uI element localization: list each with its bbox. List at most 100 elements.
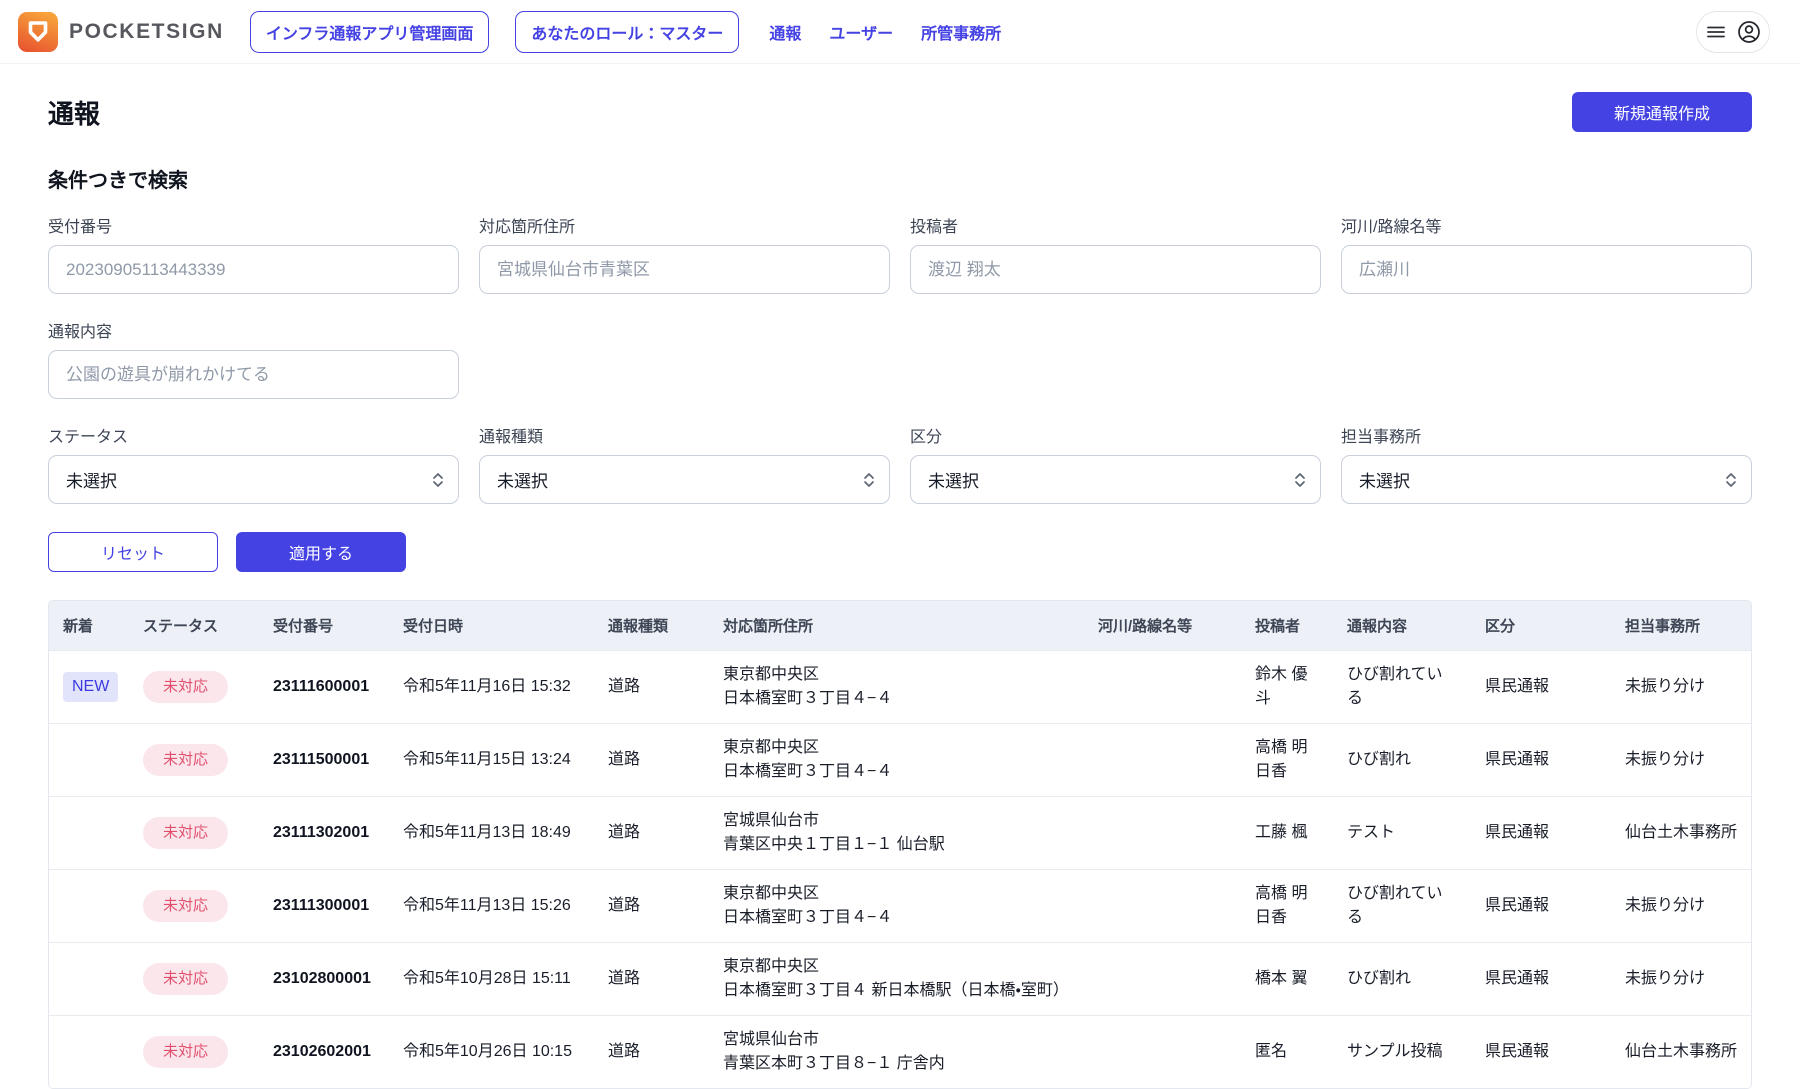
- nav-item-offices[interactable]: 所管事務所: [921, 20, 1001, 44]
- table-row[interactable]: 未対応 23111300001 令和5年11月13日 15:26 道路 東京都中…: [49, 870, 1751, 943]
- table-row[interactable]: 未対応 23102602001 令和5年10月26日 10:15 道路 宮城県仙…: [49, 1016, 1751, 1089]
- cell-content: サンプル投稿: [1333, 1016, 1471, 1089]
- cell-address: 東京都中央区 日本橋室町３丁目４−４: [709, 870, 1084, 943]
- app-title-badge: インフラ通報アプリ管理画面: [250, 11, 490, 53]
- cell-category: 県民通報: [1471, 1016, 1611, 1089]
- cell-content: ひび割れ: [1333, 943, 1471, 1016]
- cell-status: 未対応: [129, 724, 259, 797]
- river-input[interactable]: [1341, 245, 1752, 294]
- field-receipt-no-label: 受付番号: [48, 213, 459, 237]
- table-row[interactable]: NEW 未対応 23111600001 令和5年11月16日 15:32 道路 …: [49, 651, 1751, 724]
- col-category: 区分: [1471, 601, 1611, 651]
- cell-category: 県民通報: [1471, 943, 1611, 1016]
- col-type: 通報種類: [594, 601, 709, 651]
- reports-table: 新着 ステータス 受付番号 受付日時 通報種類 対応箇所住所 河川/路線名等 投…: [48, 600, 1752, 1089]
- cell-river: [1084, 943, 1241, 1016]
- user-avatar-icon: [1736, 19, 1762, 45]
- apply-button[interactable]: 適用する: [236, 532, 406, 572]
- office-select-value: 未選択: [1359, 467, 1410, 492]
- col-office: 担当事務所: [1611, 601, 1751, 651]
- brand-logo[interactable]: POCKETSIGN: [18, 12, 224, 52]
- main-content: 通報 新規通報作成 条件つきで検索 受付番号 対応箇所住所 投稿者 河川/路線名…: [0, 92, 1800, 1089]
- cell-river: [1084, 1016, 1241, 1089]
- cell-address: 宮城県仙台市 青葉区中央１丁目１−１ 仙台駅: [709, 797, 1084, 870]
- cell-poster: 高橋 明日香: [1241, 724, 1333, 797]
- cell-receipt-no: 23111600001: [259, 651, 389, 724]
- status-badge: 未対応: [143, 890, 228, 922]
- table-row[interactable]: 未対応 23111302001 令和5年11月13日 18:49 道路 宮城県仙…: [49, 797, 1751, 870]
- cell-new: NEW: [49, 651, 129, 724]
- cell-receipt-no: 23111300001: [259, 870, 389, 943]
- cell-poster: 橋本 翼: [1241, 943, 1333, 1016]
- office-select[interactable]: 未選択: [1341, 455, 1752, 504]
- cell-office: 仙台土木事務所: [1611, 797, 1751, 870]
- chevron-updown-icon: [431, 470, 445, 490]
- cell-content: ひび割れている: [1333, 870, 1471, 943]
- cell-content: ひび割れている: [1333, 651, 1471, 724]
- cell-new: [49, 797, 129, 870]
- chevron-updown-icon: [862, 470, 876, 490]
- category-select[interactable]: 未選択: [910, 455, 1321, 504]
- cell-datetime: 令和5年11月13日 15:26: [389, 870, 594, 943]
- cell-status: 未対応: [129, 1016, 259, 1089]
- cell-datetime: 令和5年11月16日 15:32: [389, 651, 594, 724]
- nav-item-reports[interactable]: 通報: [769, 20, 801, 44]
- cell-poster: 匿名: [1241, 1016, 1333, 1089]
- search-filter-form: 受付番号 対応箇所住所 投稿者 河川/路線名等 通報内容 ステータス 未選択: [48, 213, 1752, 504]
- cell-datetime: 令和5年11月15日 13:24: [389, 724, 594, 797]
- cell-status: 未対応: [129, 797, 259, 870]
- table-row[interactable]: 未対応 23102800001 令和5年10月28日 15:11 道路 東京都中…: [49, 943, 1751, 1016]
- status-select[interactable]: 未選択: [48, 455, 459, 504]
- cell-new: [49, 870, 129, 943]
- field-category: 区分 未選択: [910, 423, 1321, 504]
- content-input[interactable]: [48, 350, 459, 399]
- status-badge: 未対応: [143, 671, 228, 703]
- col-content: 通報内容: [1333, 601, 1471, 651]
- account-menu-button[interactable]: [1696, 11, 1770, 53]
- cell-datetime: 令和5年10月28日 15:11: [389, 943, 594, 1016]
- receipt-no-input[interactable]: [48, 245, 459, 294]
- cell-category: 県民通報: [1471, 797, 1611, 870]
- cell-river: [1084, 651, 1241, 724]
- cell-datetime: 令和5年10月26日 10:15: [389, 1016, 594, 1089]
- cell-type: 道路: [594, 651, 709, 724]
- field-receipt-no: 受付番号: [48, 213, 459, 294]
- field-river: 河川/路線名等: [1341, 213, 1752, 294]
- chevron-updown-icon: [1724, 470, 1738, 490]
- col-status: ステータス: [129, 601, 259, 651]
- cell-category: 県民通報: [1471, 651, 1611, 724]
- chevron-updown-icon: [1293, 470, 1307, 490]
- nav-item-users[interactable]: ユーザー: [829, 20, 893, 44]
- cell-poster: 工藤 楓: [1241, 797, 1333, 870]
- create-report-button[interactable]: 新規通報作成: [1572, 92, 1752, 132]
- cell-office: 未振り分け: [1611, 870, 1751, 943]
- report-type-select-value: 未選択: [497, 467, 548, 492]
- cell-receipt-no: 23102602001: [259, 1016, 389, 1089]
- cell-river: [1084, 870, 1241, 943]
- field-river-label: 河川/路線名等: [1341, 213, 1752, 237]
- hamburger-icon: [1704, 20, 1728, 44]
- col-new: 新着: [49, 601, 129, 651]
- field-office-label: 担当事務所: [1341, 423, 1752, 447]
- report-type-select[interactable]: 未選択: [479, 455, 890, 504]
- field-office: 担当事務所 未選択: [1341, 423, 1752, 504]
- role-badge: あなたのロール：マスター: [515, 11, 739, 53]
- address-input[interactable]: [479, 245, 890, 294]
- new-badge: NEW: [63, 672, 118, 701]
- field-address-label: 対応箇所住所: [479, 213, 890, 237]
- table-row[interactable]: 未対応 23111500001 令和5年11月15日 13:24 道路 東京都中…: [49, 724, 1751, 797]
- cell-type: 道路: [594, 1016, 709, 1089]
- cell-receipt-no: 23111500001: [259, 724, 389, 797]
- cell-type: 道路: [594, 724, 709, 797]
- reset-button[interactable]: リセット: [48, 532, 218, 572]
- field-content: 通報内容: [48, 318, 459, 399]
- cell-datetime: 令和5年11月13日 18:49: [389, 797, 594, 870]
- cell-river: [1084, 724, 1241, 797]
- pocketsign-logo-icon: [18, 12, 58, 52]
- cell-address: 東京都中央区 日本橋室町３丁目４−４: [709, 651, 1084, 724]
- field-status-label: ステータス: [48, 423, 459, 447]
- cell-content: ひび割れ: [1333, 724, 1471, 797]
- field-category-label: 区分: [910, 423, 1321, 447]
- poster-input[interactable]: [910, 245, 1321, 294]
- cell-status: 未対応: [129, 943, 259, 1016]
